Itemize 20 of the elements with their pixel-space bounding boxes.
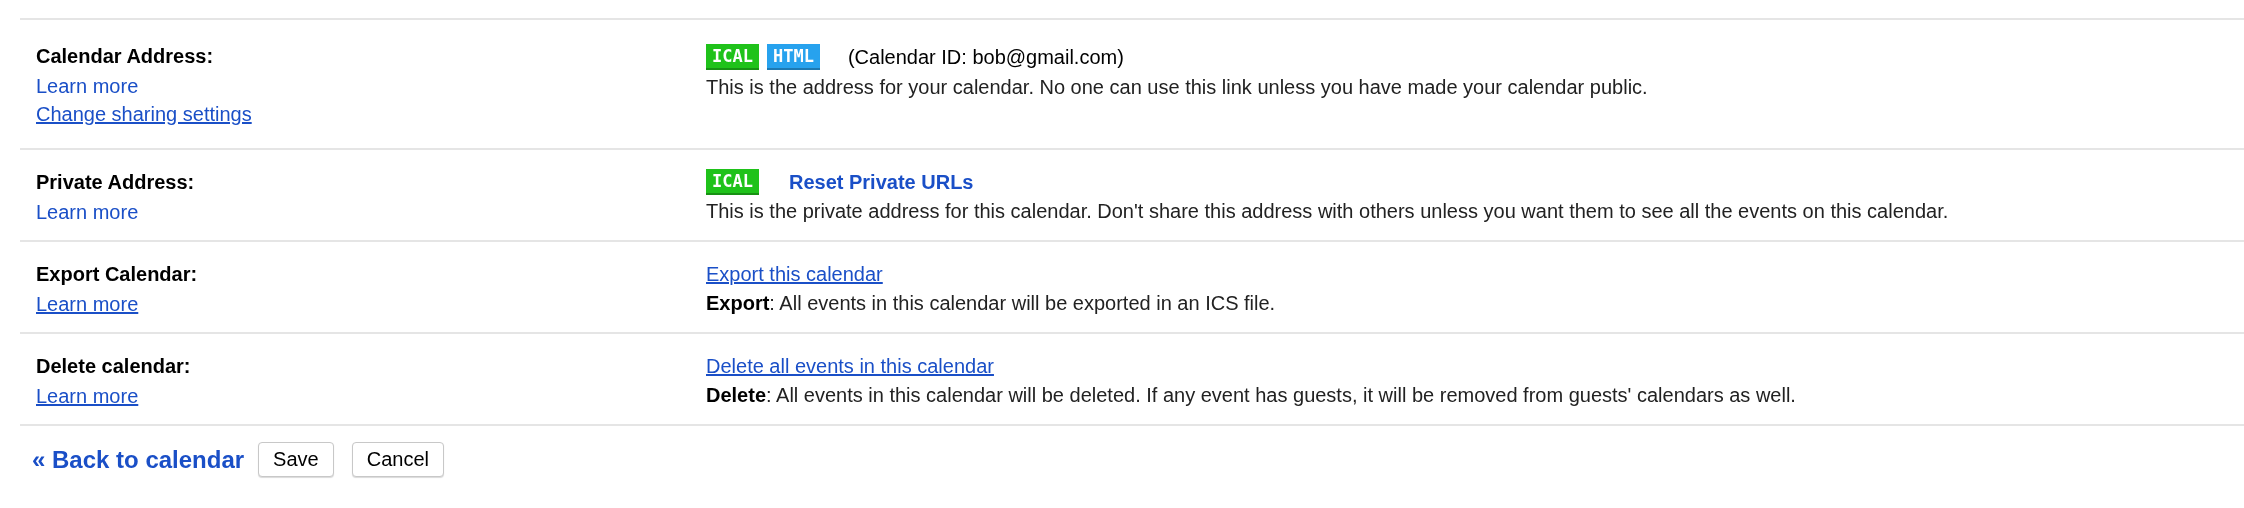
description: Export: All events in this calendar will be exported in an ICS file. bbox=[706, 291, 1276, 316]
description: Delete: All events in this calendar will be deleted. If any event has guests, it will be removed from guests' calendars as well. bbox=[706, 383, 1796, 408]
reset-link[interactable]: Reset Private URLs bbox=[788, 168, 974, 196]
setting-label: Delete calendar: bbox=[36, 354, 191, 379]
action-link[interactable]: Delete all events in this calendar bbox=[706, 352, 994, 380]
footer-button[interactable]: Cancel bbox=[351, 442, 444, 477]
setting-label: Export Calendar: bbox=[36, 262, 198, 287]
description: This is the private address for this calendar. Don't share this address with others unless you want them to see all the events on this calendar. bbox=[706, 199, 1949, 224]
learn-link[interactable]: Learn more bbox=[36, 198, 139, 226]
learn-link[interactable]: Learn more bbox=[36, 290, 139, 318]
action-link[interactable]: Export this calendar bbox=[706, 260, 883, 288]
learn-link[interactable]: Change sharing settings bbox=[36, 100, 252, 128]
description: This is the address for your calendar. No one can use this link unless you have made your calendar public. bbox=[706, 75, 1648, 100]
learn-link[interactable]: Learn more bbox=[36, 72, 139, 100]
setting-label: Calendar Address: bbox=[36, 44, 214, 69]
setting-label: Private Address: bbox=[36, 170, 195, 195]
calendar-id: (Calendar ID: bob@gmail.com) bbox=[847, 45, 1124, 70]
footer-button[interactable]: Save bbox=[258, 442, 334, 477]
learn-link[interactable]: Learn more bbox=[36, 382, 139, 410]
back-link[interactable]: « Back to calendar bbox=[32, 445, 245, 474]
